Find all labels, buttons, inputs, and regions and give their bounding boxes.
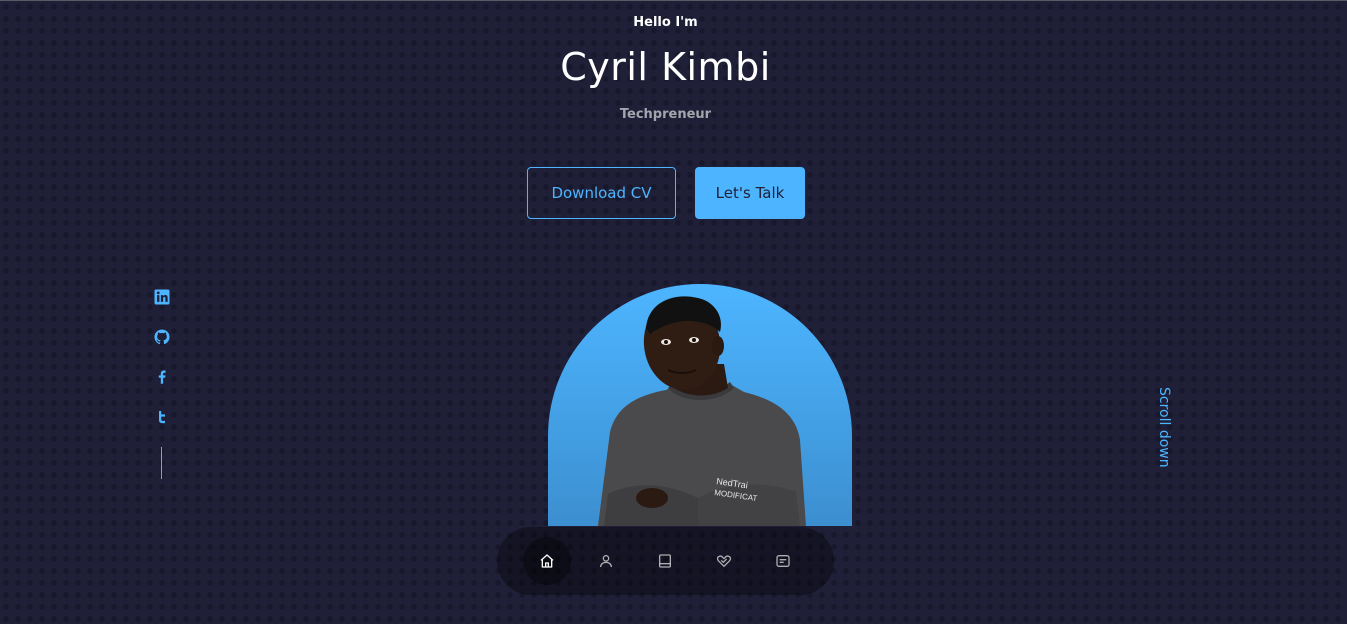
twitter-icon [159, 411, 165, 424]
linkedin-link[interactable] [153, 288, 171, 306]
name-heading: Cyril Kimbi [560, 45, 771, 89]
linkedin-icon [154, 289, 170, 305]
message-icon [776, 555, 790, 567]
scroll-down-link[interactable]: Scroll down [1152, 387, 1172, 487]
social-divider-line [161, 447, 162, 479]
role-text: Techpreneur [619, 107, 712, 122]
download-cv-button[interactable]: Download CV [527, 167, 676, 219]
book-icon [659, 554, 671, 568]
nav-experience[interactable] [641, 537, 689, 585]
facebook-icon [158, 370, 166, 384]
nav-about[interactable] [582, 537, 630, 585]
github-link[interactable] [153, 328, 171, 346]
twitter-link[interactable] [153, 408, 171, 426]
github-icon [154, 329, 170, 345]
nav-home[interactable] [523, 537, 571, 585]
hero-section: Hello I'm Cyril Kimbi Techpreneur Downlo… [0, 0, 1347, 624]
user-icon [600, 555, 612, 568]
nav-services[interactable] [700, 537, 748, 585]
nav-contact[interactable] [759, 537, 807, 585]
lets-talk-button[interactable]: Let's Talk [695, 167, 805, 219]
profile-portrait: NedTrai MODIFICAT [548, 284, 852, 526]
greeting-text: Hello I'm [633, 15, 698, 30]
services-icon [716, 555, 732, 567]
home-icon [540, 554, 554, 568]
facebook-link[interactable] [153, 368, 171, 386]
profile-photo: NedTrai MODIFICAT [598, 296, 806, 526]
social-links [152, 288, 172, 426]
bottom-nav [497, 527, 834, 595]
